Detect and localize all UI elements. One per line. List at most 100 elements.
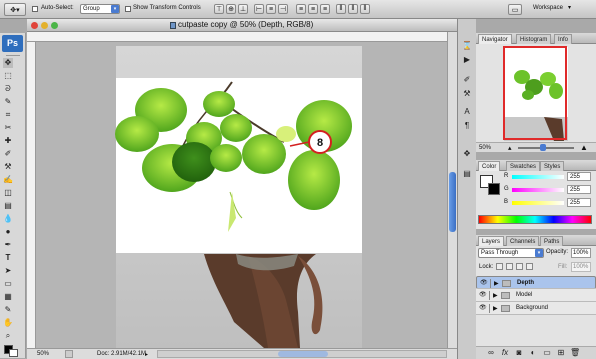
pen-tool-icon[interactable]: ✒ (3, 240, 13, 250)
crop-tool-icon[interactable]: ⌗ (3, 110, 13, 120)
zoom-window-icon[interactable] (51, 22, 58, 29)
move-tool-preset-icon[interactable]: ✥▾ (4, 3, 26, 16)
distribute-top-icon[interactable]: ≡ (296, 4, 306, 14)
trash-icon[interactable]: 🗑 (570, 348, 580, 358)
slider-thumb[interactable] (540, 144, 546, 151)
notes-tool-icon[interactable]: ▦ (3, 292, 13, 302)
scrollbar-thumb[interactable] (449, 172, 456, 232)
color-spectrum-bar[interactable] (478, 215, 592, 224)
history-brush-icon[interactable]: ✍ (3, 175, 13, 185)
distribute-bottom-icon[interactable]: ≡ (320, 4, 330, 14)
tab-styles[interactable]: Styles (540, 161, 565, 171)
zoom-in-icon[interactable]: ▲ (580, 143, 588, 152)
navigator-zoom-slider[interactable] (518, 144, 574, 151)
paragraph-panel-icon[interactable]: ¶ (462, 121, 472, 131)
align-hcenter-icon[interactable]: ≡ (266, 4, 276, 14)
align-vcenter-icon[interactable]: ⊕ (226, 4, 236, 14)
b-channel-input[interactable]: 255 (567, 198, 591, 207)
chevron-down-icon[interactable]: ▾ (568, 4, 571, 11)
brush-tool-icon[interactable]: ✐ (3, 149, 13, 159)
eraser-tool-icon[interactable]: ◫ (3, 188, 13, 198)
transform-controls-checkbox[interactable] (125, 6, 131, 12)
adjustment-layer-icon[interactable]: ◐ (528, 348, 538, 358)
hand-tool-icon[interactable]: ✋ (3, 318, 13, 328)
layer-mask-icon[interactable]: ◙ (514, 348, 524, 358)
r-channel-input[interactable]: 255 (567, 172, 591, 181)
tab-swatches[interactable]: Swatches (506, 161, 541, 171)
tab-color[interactable]: Color (478, 161, 501, 171)
vertical-scrollbar[interactable] (447, 32, 457, 348)
clone-source-panel-icon[interactable]: ⚒ (462, 89, 472, 99)
tool-presets-icon[interactable]: ✥ (462, 149, 472, 159)
slice-tool-icon[interactable]: ✂ (3, 123, 13, 133)
fill-input[interactable]: 100% (571, 262, 591, 272)
minimize-window-icon[interactable] (41, 22, 48, 29)
navigator-zoom[interactable]: 50% (479, 145, 491, 151)
g-channel-input[interactable]: 255 (567, 185, 591, 194)
dodge-tool-icon[interactable]: ● (3, 227, 13, 237)
align-top-icon[interactable]: ⊤ (214, 4, 224, 14)
workspace-icon[interactable]: ▭ (508, 4, 522, 15)
marquee-tool-icon[interactable]: ⬚ (3, 71, 13, 81)
shape-tool-icon[interactable]: ▭ (3, 279, 13, 289)
lock-all-icon[interactable] (526, 263, 533, 270)
r-channel-slider[interactable] (512, 175, 564, 179)
expand-arrow-icon[interactable]: ▶ (494, 280, 499, 287)
layer-row-depth[interactable]: 👁 ▶ Depth (476, 276, 596, 289)
eye-icon[interactable]: 👁 (479, 305, 487, 311)
tab-info[interactable]: Info (554, 34, 573, 44)
link-layers-icon[interactable]: ∞ (486, 348, 496, 358)
new-layer-icon[interactable]: ⊞ (556, 348, 566, 358)
type-tool-icon[interactable]: T (3, 253, 13, 263)
b-channel-slider[interactable] (512, 201, 564, 205)
blur-tool-icon[interactable]: 💧 (3, 214, 13, 224)
workspace-menu[interactable]: Workspace (533, 5, 563, 11)
tab-layers[interactable]: Layers (478, 236, 505, 246)
healing-brush-icon[interactable]: ✚ (3, 136, 13, 146)
tab-paths[interactable]: Paths (540, 236, 564, 246)
lock-position-icon[interactable] (516, 263, 523, 270)
tab-channels[interactable]: Channels (506, 236, 540, 246)
path-select-tool-icon[interactable]: ➤ (3, 266, 13, 276)
auto-select-dropdown[interactable]: Group ▾ (80, 4, 120, 14)
quick-select-tool-icon[interactable]: ✎ (3, 97, 13, 107)
horizontal-scrollbar[interactable] (157, 350, 447, 358)
g-channel-slider[interactable] (512, 188, 564, 192)
zoom-out-icon[interactable]: ▴ (508, 144, 512, 152)
status-arrow-icon[interactable]: ▸ (145, 351, 148, 358)
distribute-vcenter-icon[interactable]: ≡ (308, 4, 318, 14)
tab-histogram[interactable]: Histogram (516, 34, 552, 44)
layer-comps-icon[interactable]: ▤ (462, 169, 472, 179)
align-right-icon[interactable]: ⊣ (278, 4, 288, 14)
layer-style-icon[interactable]: fx (500, 348, 510, 358)
eye-icon[interactable]: 👁 (480, 280, 488, 286)
color-background-swatch[interactable] (488, 183, 500, 195)
tab-navigator[interactable]: Navigator (478, 34, 512, 44)
canvas-area[interactable]: 8 (36, 42, 447, 348)
distribute-hcenter-icon[interactable]: ⫴ (348, 4, 358, 14)
horizontal-scrollbar-thumb[interactable] (278, 351, 328, 357)
move-tool-icon[interactable]: ✥ (3, 58, 13, 68)
close-window-icon[interactable] (31, 22, 38, 29)
distribute-right-icon[interactable]: ⫴ (360, 4, 370, 14)
expand-arrow-icon[interactable]: ▶ (493, 305, 498, 312)
lasso-tool-icon[interactable]: ᘐ (3, 84, 13, 94)
navigator-thumbnail[interactable] (503, 46, 568, 141)
layer-row-background[interactable]: 👁 ▶ Background (476, 302, 596, 315)
actions-panel-icon[interactable]: ▶ (462, 55, 472, 65)
align-bottom-icon[interactable]: ⊥ (238, 4, 248, 14)
lock-transparent-icon[interactable] (496, 263, 503, 270)
auto-select-checkbox[interactable] (32, 6, 38, 12)
lock-pixels-icon[interactable] (506, 263, 513, 270)
eyedropper-tool-icon[interactable]: ✎ (3, 305, 13, 315)
background-color-swatch[interactable] (9, 349, 18, 357)
zoom-level[interactable]: 50% (37, 351, 49, 357)
history-panel-icon[interactable]: ⌛ (462, 41, 472, 51)
align-left-icon[interactable]: ⊢ (254, 4, 264, 14)
eye-icon[interactable]: 👁 (479, 292, 487, 298)
blend-mode-dropdown[interactable]: Pass Through ▾ (478, 248, 544, 258)
opacity-input[interactable]: 100% (571, 248, 591, 258)
zoom-tool-icon[interactable]: ⌕ (3, 331, 13, 341)
status-menu-icon[interactable] (65, 350, 73, 358)
expand-arrow-icon[interactable]: ▶ (493, 292, 498, 299)
